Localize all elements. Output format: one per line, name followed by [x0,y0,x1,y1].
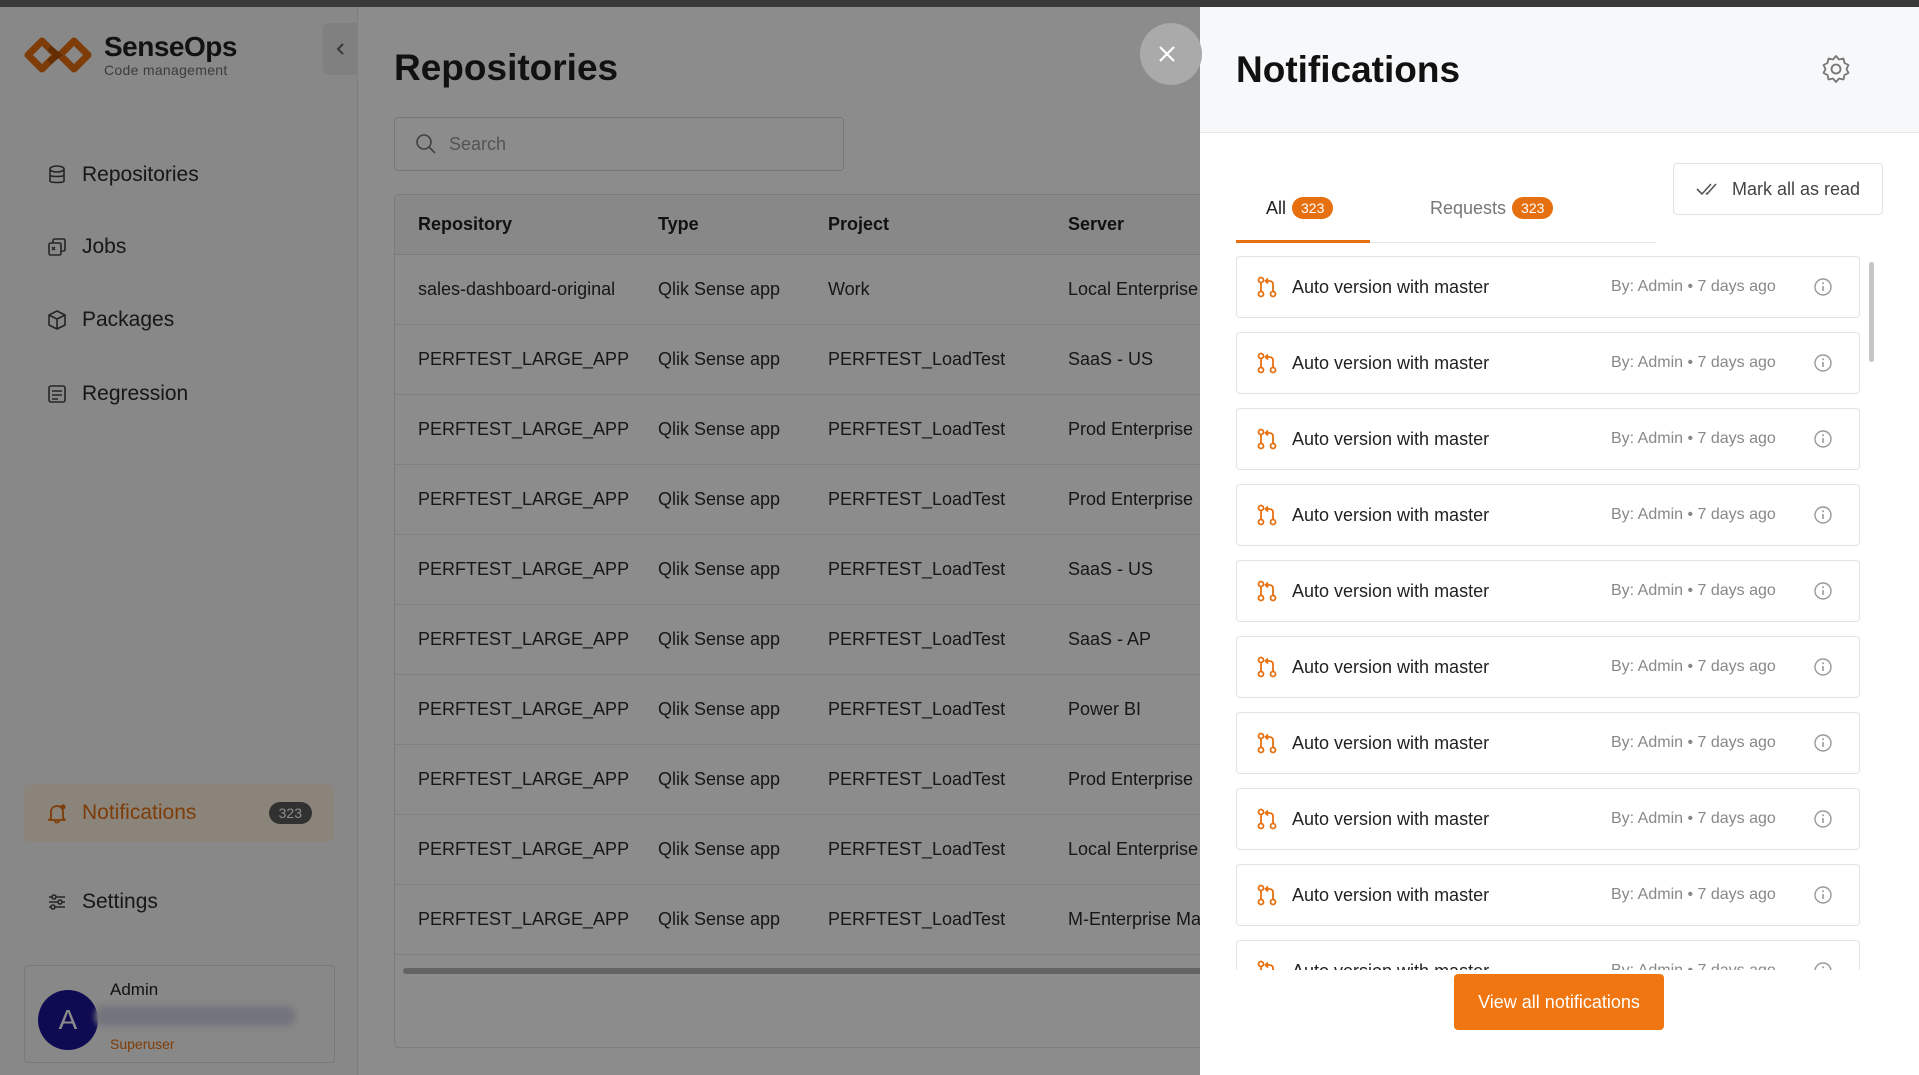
notification-meta: By: Admin • 7 days ago [1611,506,1776,523]
notification-item[interactable]: Auto version with master By: Admin • 7 d… [1236,788,1860,850]
top-bar [0,0,1919,7]
mark-all-read-button[interactable]: Mark all as read [1673,163,1883,215]
info-icon[interactable] [1813,885,1833,905]
info-icon[interactable] [1813,581,1833,601]
notification-item[interactable]: Auto version with master By: Admin • 7 d… [1236,712,1860,774]
notification-title: Auto version with master [1292,885,1490,905]
double-check-icon [1696,183,1717,196]
modal-overlay[interactable] [0,7,1200,1075]
notification-title: Auto version with master [1292,961,1489,970]
notification-tabs: All 323 Requests 323 [1236,167,1656,243]
mark-all-read-label: Mark all as read [1731,178,1861,199]
drawer-header: Notifications [1200,7,1919,133]
notifications-drawer: Notifications All 323 Requests 323 Mark … [1200,7,1919,1075]
info-icon[interactable] [1813,353,1833,373]
git-pull-request-icon [1257,276,1277,298]
notification-meta: By: Admin • 7 days ago [1611,582,1776,599]
git-pull-request-icon [1257,732,1277,754]
notification-meta: By: Admin • 7 days ago [1611,734,1776,751]
git-pull-request-icon [1257,656,1277,678]
notification-item[interactable]: Auto version with master By: Admin • 7 d… [1236,256,1860,318]
git-pull-request-icon [1257,884,1277,906]
notification-item[interactable]: Auto version with master By: Admin • 7 d… [1236,864,1860,926]
notification-list: Auto version with master By: Admin • 7 d… [1236,256,1866,970]
git-pull-request-icon [1257,428,1277,450]
notification-meta: By: Admin • 7 days ago [1611,886,1776,903]
notification-meta: By: Admin • 7 days ago [1611,962,1776,970]
notification-title: Auto version with master [1292,429,1490,449]
notification-meta: By: Admin • 7 days ago [1611,810,1776,827]
info-icon[interactable] [1813,429,1833,449]
notification-title: Auto version with master [1292,809,1490,829]
notification-item[interactable]: Auto version with master By: Admin • 7 d… [1236,940,1860,970]
info-icon[interactable] [1813,961,1833,970]
notification-item[interactable]: Auto version with master By: Admin • 7 d… [1236,636,1860,698]
info-icon[interactable] [1813,505,1833,525]
notification-title: Auto version with master [1292,505,1490,525]
notification-item[interactable]: Auto version with master By: Admin • 7 d… [1236,560,1860,622]
notification-item[interactable]: Auto version with master By: Admin • 7 d… [1236,332,1860,394]
drawer-title: Notifications [1236,49,1461,90]
notification-item[interactable]: Auto version with master By: Admin • 7 d… [1236,484,1860,546]
notification-title: Auto version with master [1292,353,1490,373]
notification-meta: By: Admin • 7 days ago [1611,430,1776,447]
git-pull-request-icon [1257,504,1277,526]
notification-title: Auto version with master [1292,581,1490,601]
tab-count-badge: 323 [1512,197,1554,219]
view-all-notifications-button[interactable]: View all notifications [1454,974,1664,1030]
git-pull-request-icon [1257,352,1277,374]
tab-requests[interactable]: Requests 323 [1430,197,1554,219]
tab-label: All [1266,197,1287,218]
info-icon[interactable] [1813,657,1833,677]
gear-icon[interactable] [1820,53,1852,85]
info-icon[interactable] [1813,809,1833,829]
notification-meta: By: Admin • 7 days ago [1611,658,1776,675]
active-tab-indicator [1236,240,1370,243]
tab-all[interactable]: All 323 [1266,197,1334,219]
git-pull-request-icon [1257,808,1277,830]
notification-title: Auto version with master [1292,733,1490,753]
close-drawer-button[interactable] [1140,23,1202,85]
notification-meta: By: Admin • 7 days ago [1611,354,1776,371]
git-pull-request-icon [1257,960,1274,970]
tab-label: Requests [1430,197,1507,218]
info-icon[interactable] [1813,277,1833,297]
vertical-scrollbar[interactable] [1869,262,1874,362]
notification-item[interactable]: Auto version with master By: Admin • 7 d… [1236,408,1860,470]
info-icon[interactable] [1813,733,1833,753]
notification-title: Auto version with master [1292,657,1490,677]
tab-count-badge: 323 [1292,197,1334,219]
close-icon [1159,46,1175,62]
notification-meta: By: Admin • 7 days ago [1611,278,1776,295]
git-pull-request-icon [1257,580,1277,602]
notification-title: Auto version with master [1292,277,1490,297]
